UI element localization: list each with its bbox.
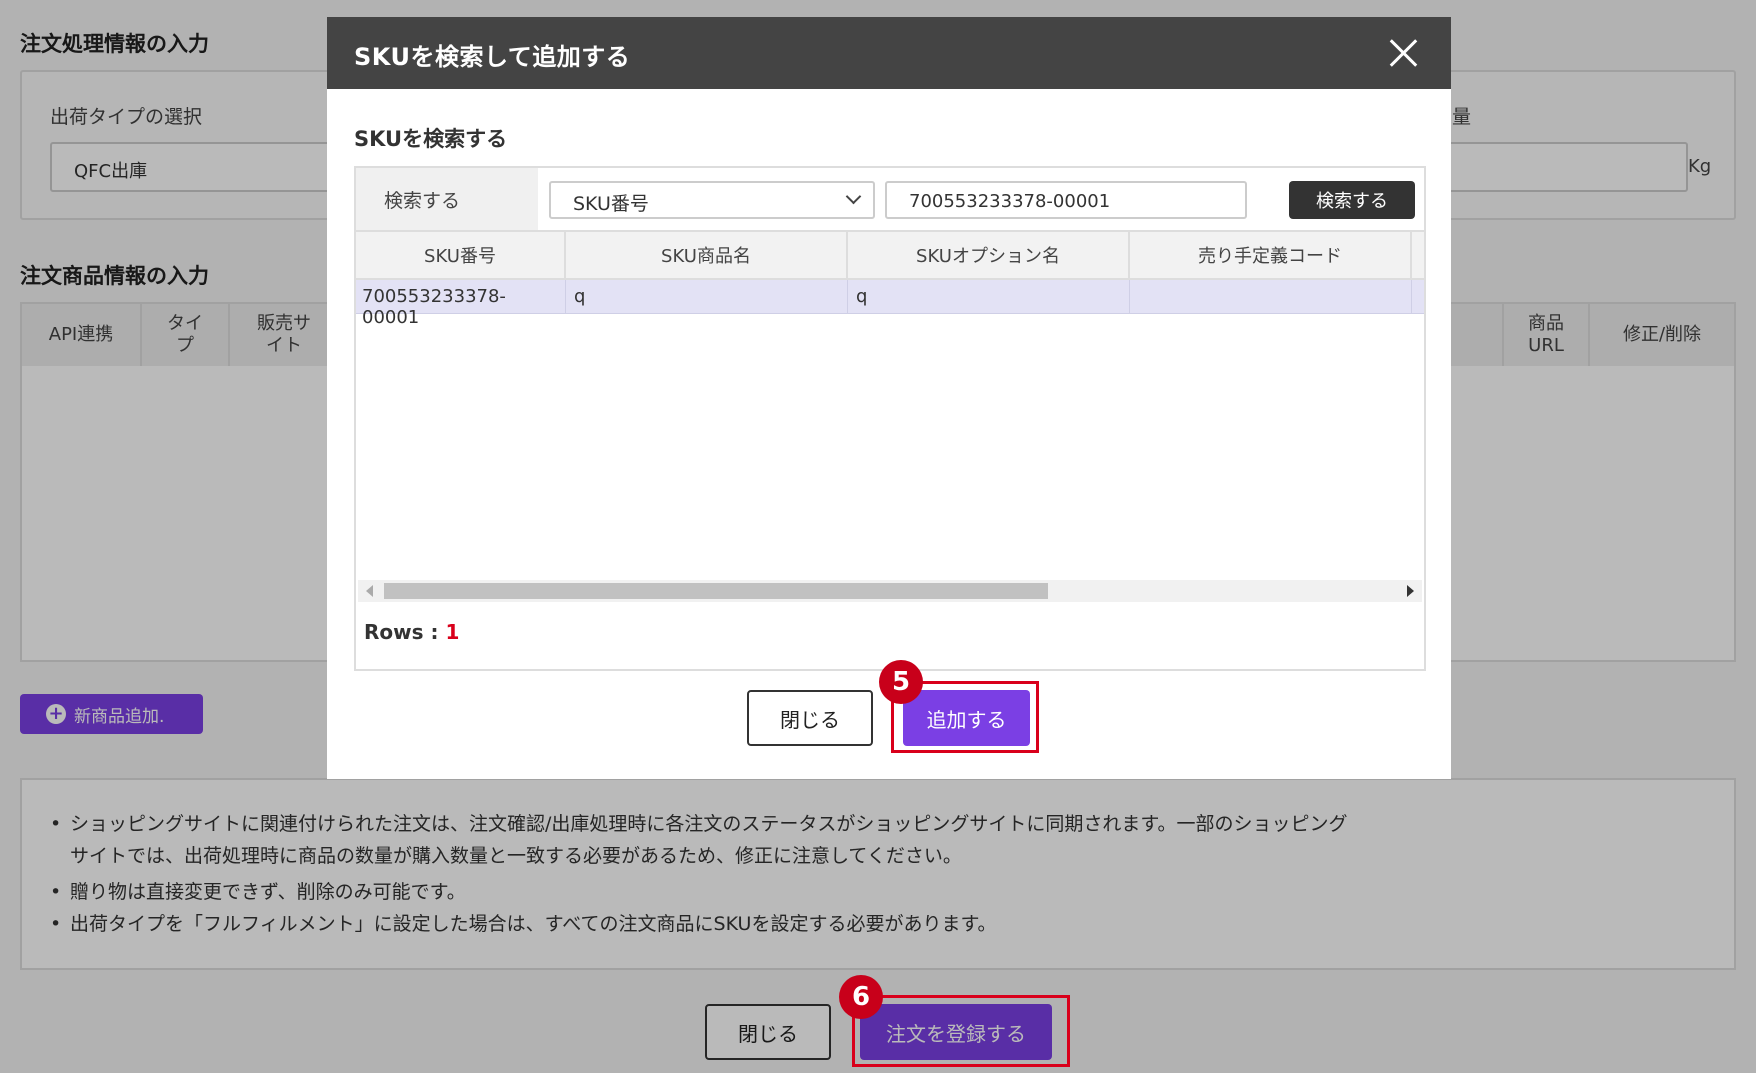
cell-seller-code [1130,280,1412,313]
search-type-select[interactable]: SKU番号 [549,181,875,219]
cell-sku-option-name: q [848,280,1130,313]
modal-header: SKUを検索して追加する [327,17,1451,89]
scroll-right-icon[interactable] [1407,585,1414,597]
sku-search-box: 検索する SKU番号 700553233378-00001 検索する SKU番号… [354,166,1426,671]
col-sku-number[interactable]: SKU番号 [356,232,566,278]
modal-subtitle: SKUを検索する [354,127,508,151]
search-button[interactable]: 検索する [1289,181,1415,219]
rows-count-label: Rows : 1 [364,620,459,644]
close-icon[interactable] [1383,33,1423,73]
step-6-highlight [852,995,1070,1067]
modal-title: SKUを検索して追加する [354,43,631,71]
sku-table-header: SKU番号 SKU商品名 SKUオプション名 売り手定義コード [356,232,1424,280]
search-label: 検索する [356,168,538,230]
chevron-down-icon [845,188,862,205]
scroll-left-icon[interactable] [366,585,373,597]
cell-sku-number: 700553233378-00001 [356,280,566,328]
step-5-badge: 5 [879,660,923,704]
search-row: 検索する SKU番号 700553233378-00001 検索する [356,168,1424,232]
search-type-value: SKU番号 [573,193,649,215]
col-sku-product-name[interactable]: SKU商品名 [566,232,848,278]
col-seller-code[interactable]: 売り手定義コード [1130,232,1412,278]
cell-sku-product-name: q [566,280,848,313]
step-6-badge: 6 [839,975,883,1019]
rows-count-value: 1 [445,620,460,644]
modal-close-button[interactable]: 閉じる [747,690,873,746]
scrollbar-thumb[interactable] [384,583,1048,599]
table-row[interactable]: 700553233378-00001 q q [356,280,1424,328]
col-sku-option-name[interactable]: SKUオプション名 [848,232,1130,278]
rows-label-text: Rows : [364,620,446,644]
horizontal-scrollbar[interactable] [358,580,1422,602]
search-input[interactable]: 700553233378-00001 [885,181,1247,219]
